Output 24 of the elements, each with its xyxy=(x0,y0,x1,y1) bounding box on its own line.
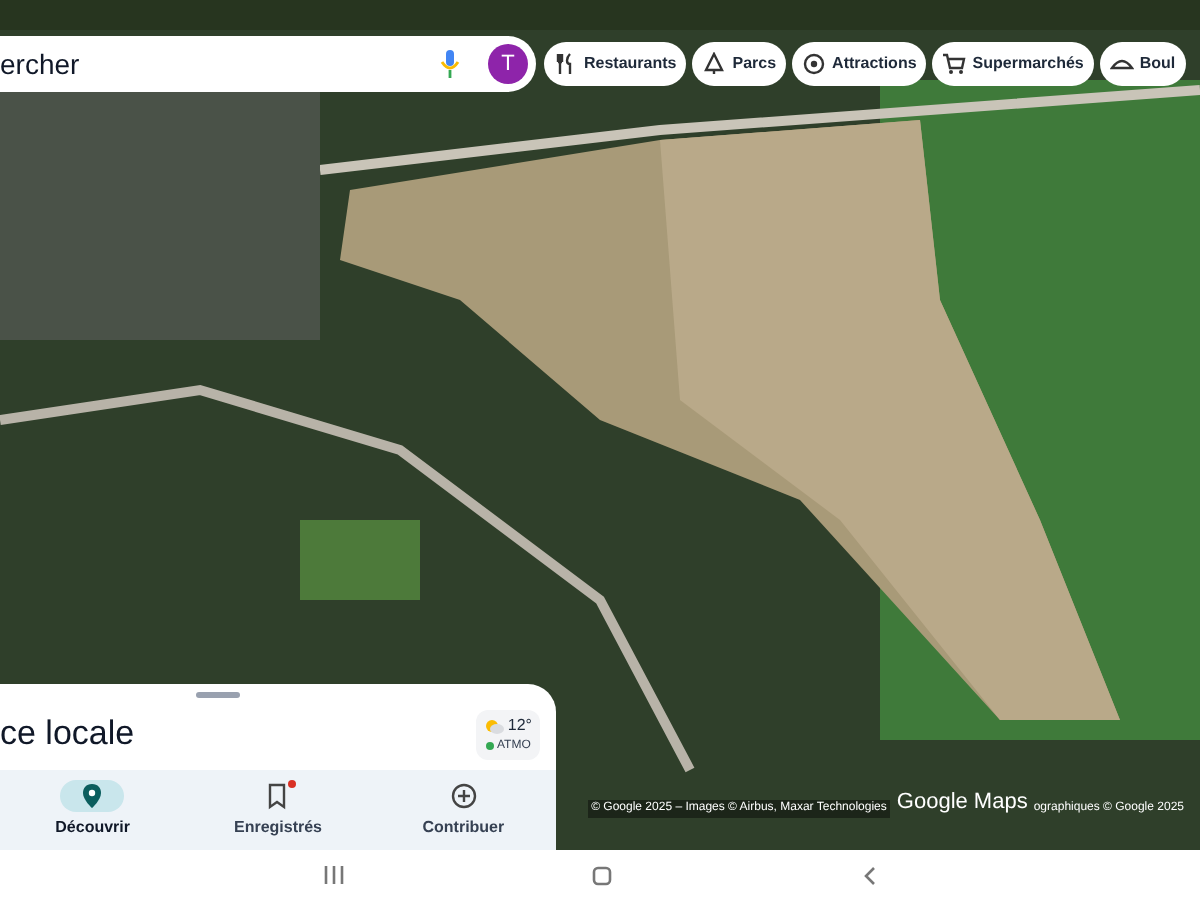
plus-circle-icon xyxy=(449,782,478,810)
nav-tab[interactable]: Découvrir xyxy=(0,770,186,850)
sheet-title: ce locale xyxy=(0,712,135,757)
avatar[interactable]: T xyxy=(488,44,528,84)
google-maps-logo: Google Maps xyxy=(896,787,1028,817)
temperature: 12° xyxy=(507,713,532,737)
nav-tab[interactable]: Contribuer xyxy=(370,770,557,850)
microphone-icon[interactable] xyxy=(440,50,460,78)
search-field[interactable]: ercher T xyxy=(0,36,536,92)
category-chip[interactable]: Restaurants xyxy=(544,42,687,86)
tree-icon xyxy=(702,52,727,76)
category-chip[interactable]: Parcs xyxy=(692,42,787,86)
recent-apps-icon[interactable] xyxy=(324,866,345,884)
nav-tab[interactable]: Enregistrés xyxy=(185,770,371,850)
category-chip[interactable]: Supermarchés xyxy=(932,42,1094,86)
back-icon[interactable] xyxy=(861,865,876,885)
search-text: ercher xyxy=(0,45,82,83)
category-chip[interactable]: Boul xyxy=(1099,42,1186,86)
home-icon[interactable] xyxy=(592,865,613,885)
category-chip[interactable]: Attractions xyxy=(792,42,927,86)
drag-handle[interactable] xyxy=(196,692,240,698)
weather-icon xyxy=(483,717,504,733)
cart-icon xyxy=(942,52,967,76)
pin-icon xyxy=(78,782,107,810)
